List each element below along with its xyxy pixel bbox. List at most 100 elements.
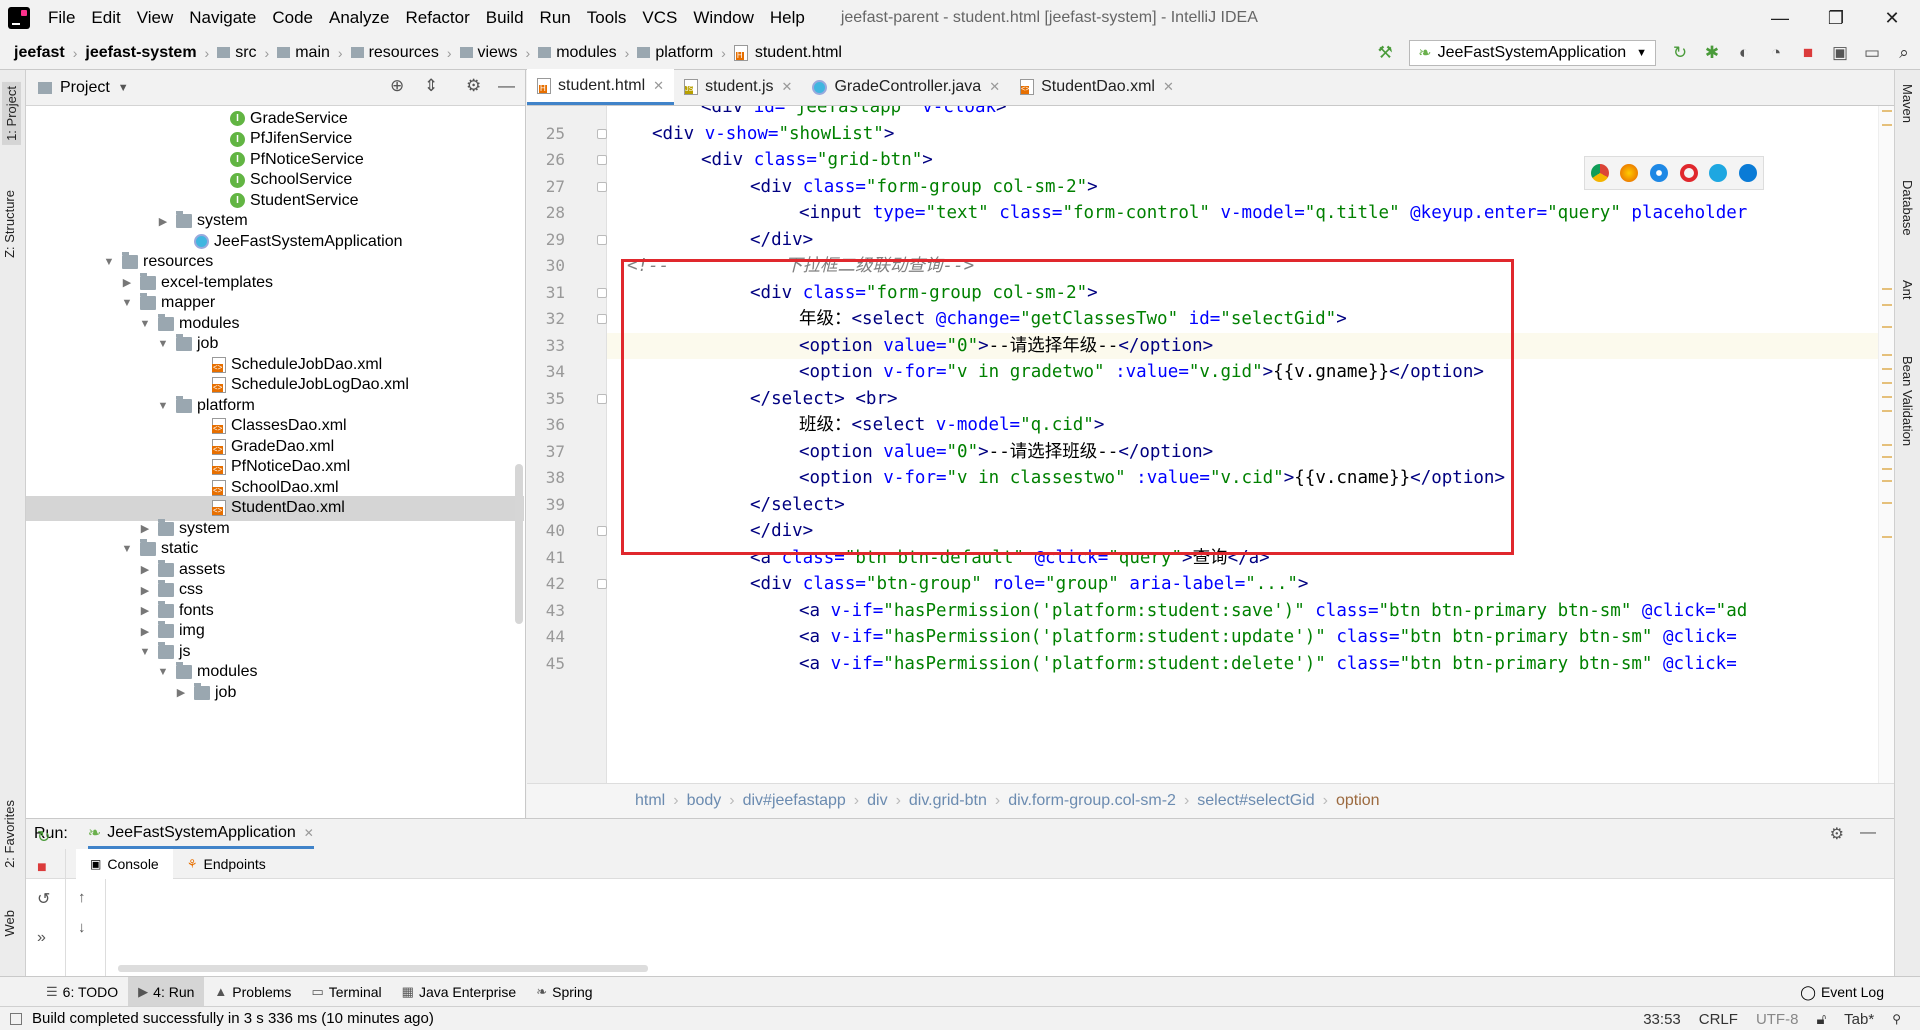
- safari-icon[interactable]: [1650, 164, 1669, 182]
- scroll-up-icon[interactable]: ↑: [78, 889, 86, 906]
- close-icon[interactable]: ✕: [989, 79, 1000, 95]
- fold-marker-icon[interactable]: [597, 181, 607, 192]
- nav-crumb[interactable]: jeefast: [10, 44, 69, 62]
- warning-marker[interactable]: [1882, 110, 1892, 112]
- error-stripe[interactable]: [1878, 106, 1894, 783]
- edge-icon[interactable]: [1739, 164, 1758, 182]
- close-icon[interactable]: ✕: [782, 79, 793, 95]
- expanded-arrow-icon[interactable]: ▼: [156, 338, 170, 350]
- tool-tab-database[interactable]: Database: [1900, 180, 1915, 236]
- menu-refactor[interactable]: Refactor: [397, 0, 477, 36]
- menu-analyze[interactable]: Analyze: [321, 0, 397, 36]
- tool-tab-structure[interactable]: Z: Structure: [2, 190, 17, 258]
- menu-view[interactable]: View: [129, 0, 182, 36]
- run-configuration-dropdown[interactable]: ❧ JeeFastSystemApplication ▼: [1409, 40, 1656, 66]
- warning-marker[interactable]: [1882, 480, 1892, 482]
- menu-window[interactable]: Window: [685, 0, 761, 36]
- tool-tab-web[interactable]: Web: [2, 910, 17, 937]
- project-scrollbar[interactable]: [515, 464, 523, 624]
- nav-crumb[interactable]: src: [213, 44, 260, 62]
- editor-tab[interactable]: GradeController.java ✕: [802, 69, 1010, 105]
- menu-navigate[interactable]: Navigate: [181, 0, 264, 36]
- code-line[interactable]: <a v-if="hasPermission('platform:student…: [799, 651, 1737, 677]
- warning-marker[interactable]: [1882, 502, 1892, 504]
- close-icon[interactable]: ✕: [1163, 79, 1174, 95]
- tool-tab-bean-validation[interactable]: Bean Validation: [1900, 356, 1915, 446]
- restart-icon[interactable]: ↺: [37, 889, 50, 909]
- status-message[interactable]: Build completed successfully in 3 s 336 …: [32, 1010, 434, 1027]
- warning-marker[interactable]: [1882, 288, 1892, 290]
- collapsed-arrow-icon[interactable]: ▶: [138, 625, 152, 638]
- warning-marker[interactable]: [1882, 326, 1892, 328]
- html-breadcrumb-item[interactable]: body: [679, 792, 730, 810]
- search-everywhere-icon[interactable]: ⌕: [1888, 38, 1920, 68]
- tab-console[interactable]: ▣ Console: [76, 848, 173, 879]
- project-structure-icon[interactable]: ▣: [1824, 38, 1856, 68]
- rerun-icon[interactable]: ↻: [1664, 38, 1696, 68]
- warning-marker[interactable]: [1882, 124, 1892, 126]
- menu-build[interactable]: Build: [478, 0, 532, 36]
- warning-marker[interactable]: [1882, 410, 1892, 412]
- collapsed-arrow-icon[interactable]: ▶: [174, 686, 188, 699]
- close-icon[interactable]: ✕: [304, 826, 314, 840]
- warning-marker[interactable]: [1882, 444, 1892, 446]
- warning-marker[interactable]: [1882, 382, 1892, 384]
- bottom-tool-button[interactable]: ▭ Terminal: [301, 977, 391, 1007]
- line-separator[interactable]: CRLF: [1690, 1011, 1747, 1028]
- nav-crumb[interactable]: views: [456, 44, 522, 62]
- code-line[interactable]: <div class="form-group col-sm-2">: [750, 174, 1098, 200]
- collapsed-arrow-icon[interactable]: ▶: [138, 584, 152, 597]
- warning-marker[interactable]: [1882, 354, 1892, 356]
- html-breadcrumb-item[interactable]: html: [627, 792, 673, 810]
- expanded-arrow-icon[interactable]: ▼: [138, 646, 152, 658]
- editor-tab[interactable]: student.js ✕: [674, 69, 802, 105]
- minimize-icon[interactable]: —: [1752, 0, 1808, 36]
- tree-item[interactable]: ▶ job: [26, 680, 524, 705]
- editor-tab[interactable]: student.html ✕: [527, 69, 675, 105]
- file-encoding[interactable]: UTF-8: [1747, 1011, 1808, 1028]
- html-breadcrumb-item[interactable]: div: [859, 792, 895, 810]
- code-editor[interactable]: 25 26 27 28 29 30 31 32 33 34 35 36 37 38 39 40 41 42 43 44…: [527, 106, 1894, 783]
- fold-marker-icon[interactable]: [597, 579, 607, 589]
- code-line[interactable]: <a v-if="hasPermission('platform:student…: [799, 624, 1737, 650]
- lock-icon[interactable]: 🔓︎: [1807, 1011, 1835, 1028]
- stop-icon[interactable]: ■: [1792, 38, 1824, 68]
- tool-tab-project[interactable]: 1: Project: [2, 82, 21, 145]
- menu-edit[interactable]: Edit: [83, 0, 128, 36]
- expanded-arrow-icon[interactable]: ▼: [156, 666, 170, 678]
- html-breadcrumb-item[interactable]: select#selectGid: [1189, 792, 1322, 810]
- run-config-tab[interactable]: ❧ JeeFastSystemApplication ✕: [87, 819, 314, 849]
- caret-position[interactable]: 33:53: [1634, 1011, 1690, 1028]
- fold-marker-icon[interactable]: [597, 287, 607, 298]
- fold-marker-icon[interactable]: [597, 155, 607, 165]
- menu-run[interactable]: Run: [532, 0, 579, 36]
- menu-vcs[interactable]: VCS: [634, 0, 685, 36]
- gear-icon[interactable]: ⚙: [466, 76, 481, 96]
- warning-marker[interactable]: [1882, 368, 1892, 370]
- code-line[interactable]: <div id="jeefastapp" v-cloak>: [701, 106, 1007, 120]
- console-output[interactable]: [108, 879, 1874, 962]
- git-branch-icon[interactable]: ⚲: [1883, 1012, 1910, 1026]
- nav-crumb[interactable]: resources: [347, 44, 443, 62]
- html-breadcrumb-item[interactable]: div.form-group.col-sm-2: [1000, 792, 1184, 810]
- tool-tab-maven[interactable]: Maven: [1900, 84, 1915, 123]
- nav-crumb[interactable]: modules: [534, 44, 620, 62]
- bottom-tool-button[interactable]: ▲ Problems: [204, 977, 301, 1007]
- project-view-selector[interactable]: Project: [60, 79, 110, 97]
- gear-icon[interactable]: ⚙: [1830, 824, 1844, 844]
- scroll-down-icon[interactable]: ↓: [78, 919, 86, 936]
- bottom-tool-button[interactable]: ▶ 4: Run: [128, 976, 205, 1007]
- nav-crumb[interactable]: platform: [633, 44, 717, 62]
- html-breadcrumb-item[interactable]: option: [1328, 792, 1388, 810]
- hide-panel-icon[interactable]: —: [498, 76, 515, 96]
- code-line[interactable]: <a v-if="hasPermission('platform:student…: [799, 598, 1747, 624]
- fold-marker-icon[interactable]: [597, 314, 607, 324]
- locate-file-icon[interactable]: ⊕: [390, 76, 404, 96]
- menu-tools[interactable]: Tools: [579, 0, 635, 36]
- html-breadcrumb-item[interactable]: div.grid-btn: [901, 792, 995, 810]
- code-line[interactable]: <div class="grid-btn">: [701, 147, 933, 173]
- event-log-button[interactable]: ◯ Event Log: [1800, 977, 1884, 1007]
- layout-icon[interactable]: ▭: [1856, 38, 1888, 68]
- tool-tab-favorites[interactable]: 2: Favorites: [2, 800, 17, 868]
- fold-marker-icon[interactable]: [597, 393, 607, 404]
